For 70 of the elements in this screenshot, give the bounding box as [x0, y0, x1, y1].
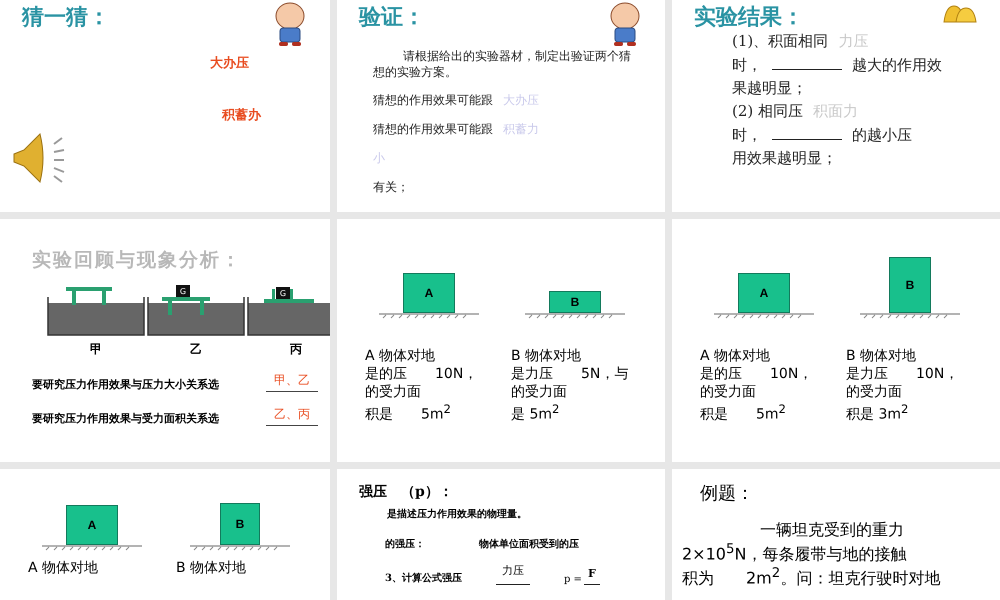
caption-text: B 物体对地 [511, 347, 582, 366]
caption-text: 的受力面 [511, 383, 568, 402]
slide-text: 时， [732, 56, 762, 75]
slide-title: 实验回顾与现象分析： [31, 248, 243, 273]
fraction-numerator: 力压 [496, 563, 530, 585]
weight-label: G [180, 287, 186, 296]
caption-text: 是的压 10N， [700, 365, 814, 384]
fraction-numerator: F [584, 567, 600, 585]
slide[interactable]: 猜一猜： 大办压 积蓄办 [0, 0, 330, 212]
caption-text: 的受力面 [846, 383, 903, 402]
slide-text: (1)、积面相同 [732, 32, 828, 51]
caption-text: 是力压 5N，与 [511, 365, 630, 384]
slide-text: 用效果越明显； [732, 149, 837, 168]
block: A [66, 505, 118, 545]
slide-text: 的越小压 [852, 126, 912, 145]
caption-text: 是的压 10N， [365, 365, 478, 384]
block: B [549, 291, 601, 313]
problem-text: 积为 2m$^{2}$。问：坦克行驶时对地 [682, 564, 942, 588]
caption-text: 积是 3m$^{2}$ [846, 402, 910, 424]
slide-text: 果越明显； [732, 79, 807, 98]
block: A [403, 273, 455, 313]
answer-text: 乙、丙 [266, 406, 318, 426]
caption-text: A 物体对地 [365, 347, 436, 366]
caption-text: 是 5m$^{2}$ [511, 402, 560, 424]
formula-symbol: p = [564, 574, 582, 585]
slide-title: 强压 （p）： [359, 483, 454, 501]
slide-text: 猜想的作用效果可能跟 [373, 92, 493, 110]
weight-label: G [280, 289, 286, 298]
caption-text: A 物体对地 [28, 559, 100, 578]
slide-title: 猜一猜： [22, 3, 110, 32]
slide-title: 实验结果： [694, 3, 804, 32]
caption-text: 的受力面 [365, 383, 422, 402]
formula-label: 3、计算公式强压 [385, 572, 462, 585]
answer-text: 积蓄办 [222, 107, 261, 124]
slide-text: 猜想的作用效果可能跟 [373, 121, 493, 138]
tank-label: 丙 [290, 341, 302, 358]
slide[interactable]: 实验回顾与现象分析： 甲 G 乙 G 丙 要研究压力作用效果与压力大小关系选 甲、乙 要研究压力作用效果与受力面积关系选 乙、丙 [0, 219, 330, 462]
caption-text: B 物体对地 [846, 347, 918, 366]
slide[interactable]: A A 物体对地 是的压 10N， 的受力面 积是 5m$^{2}$ B B 物体对地 是力压 10N， 的受力面 积是 3m$^{2}$ [672, 219, 1000, 462]
question-text: 要研究压力作用效果与压力大小关系选 [32, 377, 219, 392]
caption-text: 积是 5m$^{2}$ [365, 402, 452, 424]
tank-label: 甲 [90, 341, 102, 358]
slide[interactable]: 例题： 一辆坦克受到的重力 2×10$^{5}$N，每条履带与地的接触 积为 2m$^{2}$。问：坦克行驶时对地 [672, 469, 1000, 600]
block: B [889, 257, 931, 313]
slide-text: 时， [732, 126, 762, 145]
term-text: 的强压： [385, 538, 425, 551]
answer-text: 大办压 [210, 55, 249, 72]
definition-text: 是描述压力作用效果的物理量。 [386, 508, 528, 521]
caption-text: A 物体对地 [700, 347, 772, 366]
slide[interactable]: A A 物体对地 B B 物体对地 [0, 469, 330, 600]
block: A [738, 273, 790, 313]
caption-text: 的受力面 [700, 383, 757, 402]
slide-text: 越大的作用效 [852, 56, 942, 75]
tank-label: 乙 [190, 341, 202, 358]
caption-text: 是力压 10N， [846, 365, 960, 384]
slide-text: 有关； [373, 179, 409, 196]
slide[interactable]: A A 物体对地 是的压 10N， 的受力面 积是 5m$^{2}$ B B 物体对地 是力压 5N，与 的受力面 是 5m$^{2}$ [337, 219, 665, 462]
slide-title: 验证： [359, 3, 425, 32]
question-text: 要研究压力作用效果与受力面积关系选 [32, 411, 219, 426]
slide-text: (2) 相同压 [732, 102, 804, 121]
definition-text: 物体单位面积受到的压 [479, 538, 579, 551]
problem-text: 一辆坦克受到的重力 [759, 519, 905, 541]
answer-text: 甲、乙 [266, 372, 318, 392]
caption-text: 积是 5m$^{2}$ [700, 402, 787, 424]
slide[interactable]: 强压 （p）： 是描述压力作用效果的物理量。 的强压： 物体单位面积受到的压 3、计算公式强压 力压 p = F [337, 469, 665, 600]
caption-text: B 物体对地 [176, 559, 248, 578]
slide-text: 请根据给出的实验器材，制定出验证两个猜想的实验方案。 [373, 48, 632, 80]
block: B [220, 503, 260, 545]
slide-title: 例题： [699, 482, 755, 505]
problem-text: 2×10$^{5}$N，每条履带与地的接触 [682, 540, 908, 565]
